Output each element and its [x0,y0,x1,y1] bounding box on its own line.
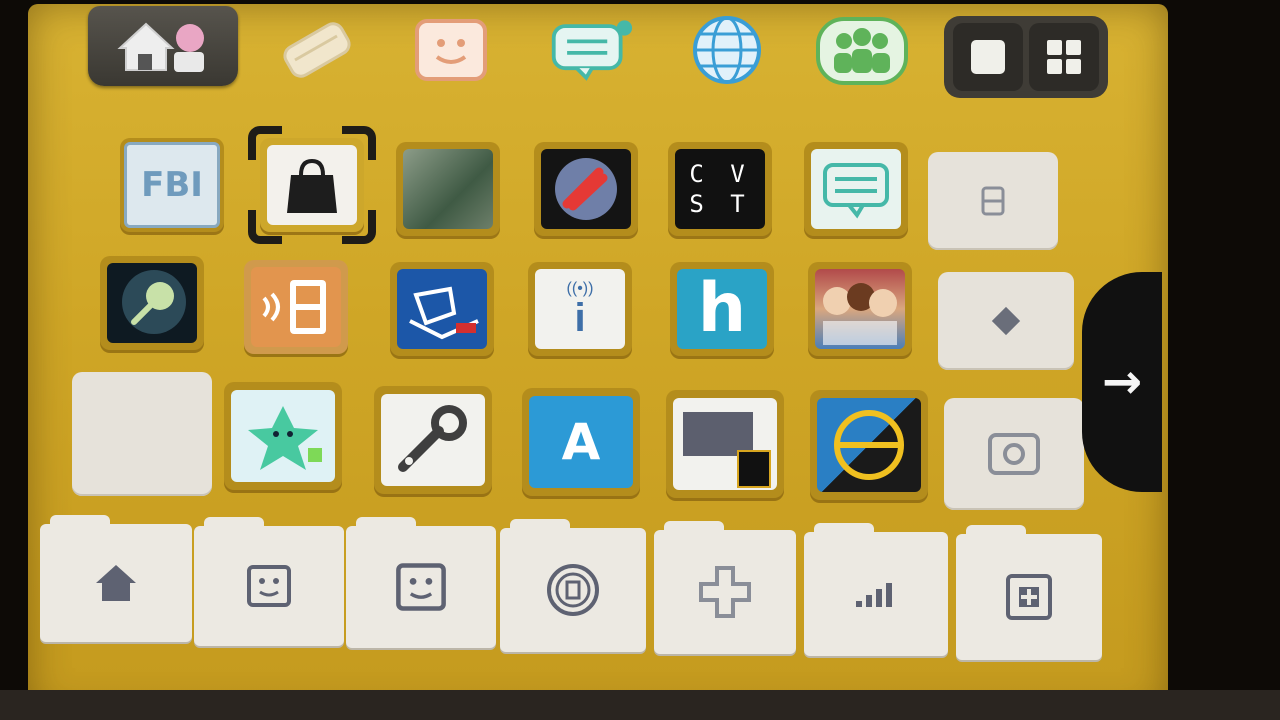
forest-icon [403,149,493,229]
green-star-icon [231,390,335,482]
dpad-icon [699,566,751,618]
disc-icon [547,564,599,616]
empty-slot[interactable] [72,372,212,496]
globe-icon [693,16,761,84]
characters-icon [815,269,905,349]
mii-face-icon [415,19,487,81]
arrow-right-icon: → [1101,354,1143,410]
grid-view-button[interactable] [1029,23,1099,91]
app-rocket[interactable] [534,142,638,236]
folder-disc[interactable] [500,519,646,652]
app-ds-connection[interactable] [244,260,348,354]
grid-view-icon [1047,40,1081,74]
layout-toggle[interactable] [944,16,1108,98]
cvst-line1: C V [689,160,751,188]
rocket-icon [541,149,631,229]
drive-icon [397,269,487,349]
empty-slot-camera[interactable] [944,398,1084,510]
cvst-icon: C V S T [675,149,765,229]
home-icon [96,565,136,601]
single-view-button[interactable] [953,23,1023,91]
next-page-button[interactable]: → [1082,272,1162,492]
mii-face-icon [396,563,446,611]
single-view-icon [971,40,1005,74]
friends-icon [816,17,908,85]
pencil-icon [283,22,351,78]
app-chat[interactable] [804,142,908,236]
wrench-icon [381,394,485,486]
app-h[interactable]: h [670,262,774,356]
folder-signal[interactable] [804,523,948,656]
ball-icon [817,398,921,492]
sd-card-icon [673,398,777,490]
app-a[interactable]: A [522,388,640,496]
lens-icon [107,263,197,343]
ds-small-icon [981,186,1005,216]
info-label: i [574,296,586,340]
fbi-icon: FBI [124,142,220,228]
app-drive[interactable] [390,262,494,356]
folder-mii-1[interactable] [194,517,344,646]
app-ball[interactable] [810,390,928,500]
signal-bars-icon [856,583,892,607]
folder-mii-2[interactable] [346,517,496,648]
cvst-line2: S T [689,190,751,218]
plus-box-icon [1006,574,1052,620]
friends-button[interactable] [812,12,912,88]
camera-icon [988,433,1040,475]
empty-slot-diamond[interactable] [938,272,1074,370]
h-icon: h [677,269,767,349]
h-label: h [697,269,747,348]
app-forest[interactable] [396,142,500,236]
empty-slot-ds[interactable] [928,152,1058,250]
notifications-button[interactable] [548,12,634,88]
home-settings-button[interactable] [88,6,238,86]
folder-plus-box[interactable] [956,525,1102,660]
app-green-star[interactable] [224,382,342,490]
folder-home[interactable] [40,515,192,642]
app-characters[interactable] [808,262,912,356]
chat-icon [811,149,901,229]
fbi-label: FBI [141,165,203,205]
app-wrench[interactable] [374,386,492,494]
app-fbi[interactable]: FBI [120,138,224,232]
app-lens[interactable] [100,256,204,350]
pencil-button[interactable] [274,12,360,88]
app-info[interactable]: ((•)) i [528,262,632,356]
mii-button[interactable] [408,12,494,88]
home-screen: FBI C V S T ((•)) i h A [28,4,1168,716]
diamond-icon [991,306,1021,336]
a-icon: A [529,396,633,488]
app-cvst[interactable]: C V S T [668,142,772,236]
mii-face-icon [247,565,291,607]
ds-connection-icon [251,267,341,347]
home-settings-icon [117,22,204,72]
a-label: A [561,413,601,471]
notification-speech-icon [551,20,633,81]
internet-browser-button[interactable] [684,12,770,88]
folder-dpad[interactable] [654,521,796,654]
app-sd[interactable] [666,390,784,498]
info-icon: ((•)) i [535,269,625,349]
app-shop-selected[interactable] [248,126,376,244]
bottom-bezel [0,690,1280,720]
